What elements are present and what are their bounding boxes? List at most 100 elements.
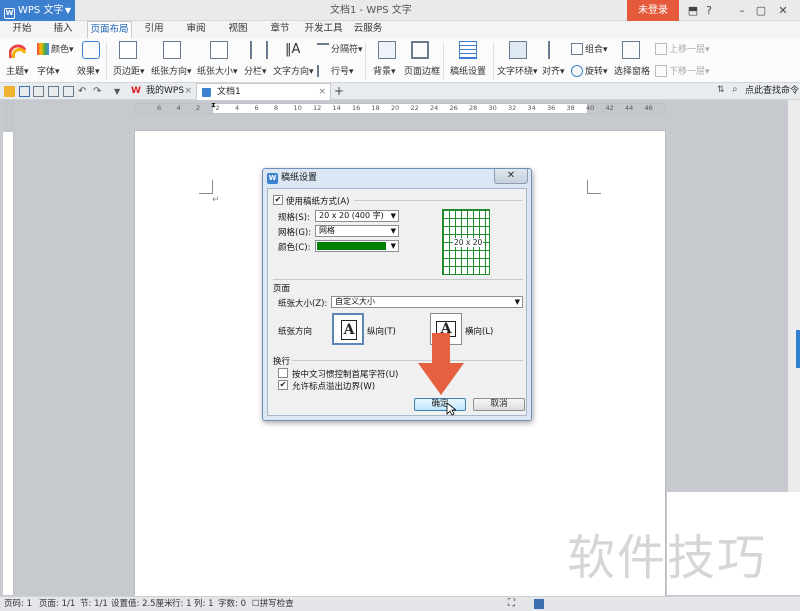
dialog-close-button[interactable]: ✕ xyxy=(494,169,528,184)
page-view-icon[interactable] xyxy=(534,599,544,609)
maximize-icon[interactable]: ▢ xyxy=(752,0,770,21)
app-menu-button[interactable]: W WPS 文字 ▼ xyxy=(0,0,75,21)
tab-chapter[interactable]: 章节 xyxy=(264,21,296,38)
grid-paper-button[interactable]: 稿纸设置 xyxy=(450,64,486,77)
crop-mark xyxy=(199,180,213,194)
wrap-icon xyxy=(509,41,527,59)
group-button[interactable]: 组合▾ xyxy=(571,42,608,55)
new-tab-button[interactable]: + xyxy=(334,83,344,99)
app-menu-label: WPS 文字 xyxy=(18,5,64,16)
ruler-number: 26 xyxy=(449,104,458,112)
tab-insert[interactable]: 插入 xyxy=(47,21,79,38)
rotate-icon xyxy=(571,65,583,77)
side-panel-toggle[interactable] xyxy=(796,330,800,368)
vertical-scrollbar[interactable] xyxy=(788,100,800,492)
punct-control-checkbox[interactable] xyxy=(278,368,288,378)
vertical-ruler[interactable] xyxy=(3,100,14,595)
horizontal-ruler[interactable]: 6 4 2 2 4 6 8 10 12 14 16 18 20 22 24 26 28 30 32 34 36 38 40 4… xyxy=(134,101,666,114)
effects-button[interactable]: 效果▾ xyxy=(77,64,100,77)
document-icon xyxy=(202,88,211,97)
layout-icon[interactable]: ⇅ xyxy=(717,85,725,95)
quick-menu-chevron-icon[interactable]: ▼ xyxy=(114,86,125,97)
ribbon-tab-bar: 开始 插入 页面布局 引用 审阅 视图 章节 开发工具 云服务 xyxy=(0,21,800,38)
spec-label: 规格(S): xyxy=(278,213,310,223)
ruler-number: 10 xyxy=(293,104,302,112)
line-numbers-button[interactable]: 行号▾ xyxy=(317,64,354,77)
redo-icon[interactable]: ↷ xyxy=(93,86,104,97)
bring-forward-button[interactable]: 上移一层▾ xyxy=(655,42,710,55)
ok-button[interactable]: 确定 xyxy=(414,398,466,411)
margins-button[interactable]: 页边距▾ xyxy=(113,64,145,77)
cancel-button[interactable]: 取消 xyxy=(473,398,525,411)
colors-icon xyxy=(37,43,49,55)
orientation-button[interactable]: 纸张方向▾ xyxy=(151,64,192,77)
line-numbers-icon xyxy=(317,65,329,77)
tab-document1[interactable]: 文档1 × xyxy=(196,83,331,100)
minimize-icon[interactable]: – xyxy=(733,0,751,21)
selection-pane-icon xyxy=(622,41,640,59)
ruler-number: 32 xyxy=(508,104,517,112)
wps-logo-icon: W xyxy=(4,8,15,19)
theme-button[interactable]: 主题▾ xyxy=(6,64,29,77)
save-icon[interactable] xyxy=(19,86,30,97)
export-pdf-icon[interactable] xyxy=(63,86,74,97)
help-icon[interactable]: ? xyxy=(700,0,718,21)
spell-check-icon: ☐ xyxy=(252,599,260,609)
paper-size-select[interactable]: 自定义大小 ▼ xyxy=(331,296,523,308)
tab-cloud[interactable]: 云服务 xyxy=(350,21,386,38)
spell-check-button[interactable]: ☐拼写检查 xyxy=(252,597,294,611)
tab-references[interactable]: 引用 xyxy=(138,21,170,38)
selection-pane-button[interactable]: 选择窗格 xyxy=(614,64,650,77)
status-page-num: 页码: 1 xyxy=(4,599,32,609)
align-button[interactable]: 对齐▾ xyxy=(542,64,565,77)
close-tab-icon[interactable]: × xyxy=(318,84,326,101)
status-pages: 页面: 1/1 xyxy=(39,599,76,609)
ruler-number: 22 xyxy=(410,104,419,112)
open-icon[interactable] xyxy=(4,86,15,97)
indent-marker[interactable]: ⧗ xyxy=(211,101,216,110)
paper-size-button[interactable]: 纸张大小▾ xyxy=(197,64,238,77)
background-icon xyxy=(378,41,396,59)
tab-my-wps[interactable]: W 我的WPS × xyxy=(126,83,196,100)
close-tab-icon[interactable]: × xyxy=(184,83,192,100)
tab-home[interactable]: 开始 xyxy=(6,21,38,38)
text-direction-button[interactable]: 文字方向▾ xyxy=(273,64,314,77)
breaks-button[interactable]: 分隔符▾ xyxy=(317,42,363,55)
tab-developer[interactable]: 开发工具 xyxy=(301,21,346,38)
print-preview-icon[interactable] xyxy=(48,86,59,97)
ruler-number: 14 xyxy=(332,104,341,112)
color-select[interactable]: ▼ xyxy=(315,240,399,252)
paper-size-label: 纸张大小(Z): xyxy=(278,299,328,309)
colors-button[interactable]: 颜色▾ xyxy=(37,42,74,55)
ruler-number: 8 xyxy=(274,104,279,112)
status-words: 字数: 0 xyxy=(218,599,246,609)
ruler-number: 6 xyxy=(157,104,162,112)
window-title: 文档1 - WPS 文字 xyxy=(330,5,412,16)
undo-icon[interactable]: ↶ xyxy=(78,86,89,97)
columns-button[interactable]: 分栏▾ xyxy=(244,64,267,77)
command-search[interactable]: 点此查找命令 xyxy=(745,83,799,100)
chevron-down-icon: ▼ xyxy=(390,212,396,220)
use-grid-checkbox[interactable]: ✔ xyxy=(273,195,283,205)
page-border-button[interactable]: 页面边框 xyxy=(404,64,440,77)
tab-review[interactable]: 审阅 xyxy=(180,21,212,38)
fonts-button[interactable]: 字体▾ xyxy=(37,64,60,77)
watermark: 软件技巧 xyxy=(567,530,768,586)
tab-page-layout[interactable]: 页面布局 xyxy=(87,21,132,38)
tab-view[interactable]: 视图 xyxy=(222,21,254,38)
login-button[interactable]: 未登录 xyxy=(627,0,679,21)
print-icon[interactable] xyxy=(33,86,44,97)
background-button[interactable]: 背景▾ xyxy=(373,64,396,77)
spec-select[interactable]: 20 x 20 (400 字) ▼ xyxy=(315,210,399,222)
portrait-option[interactable]: A xyxy=(332,313,364,345)
send-backward-button[interactable]: 下移一层▾ xyxy=(655,64,710,77)
wrap-button[interactable]: 文字环绕▾ xyxy=(497,64,538,77)
grid-select[interactable]: 网格 ▼ xyxy=(315,225,399,237)
divider xyxy=(443,42,444,79)
rotate-button[interactable]: 旋转▾ xyxy=(571,64,608,77)
close-icon[interactable]: ✕ xyxy=(774,0,792,21)
fullscreen-icon[interactable]: ⛶ xyxy=(508,597,515,611)
page-section-label: 页面 xyxy=(273,284,291,294)
punct-control-label: 按中文习惯控制首尾字符(U) xyxy=(292,370,399,380)
overflow-checkbox[interactable]: ✔ xyxy=(278,380,288,390)
